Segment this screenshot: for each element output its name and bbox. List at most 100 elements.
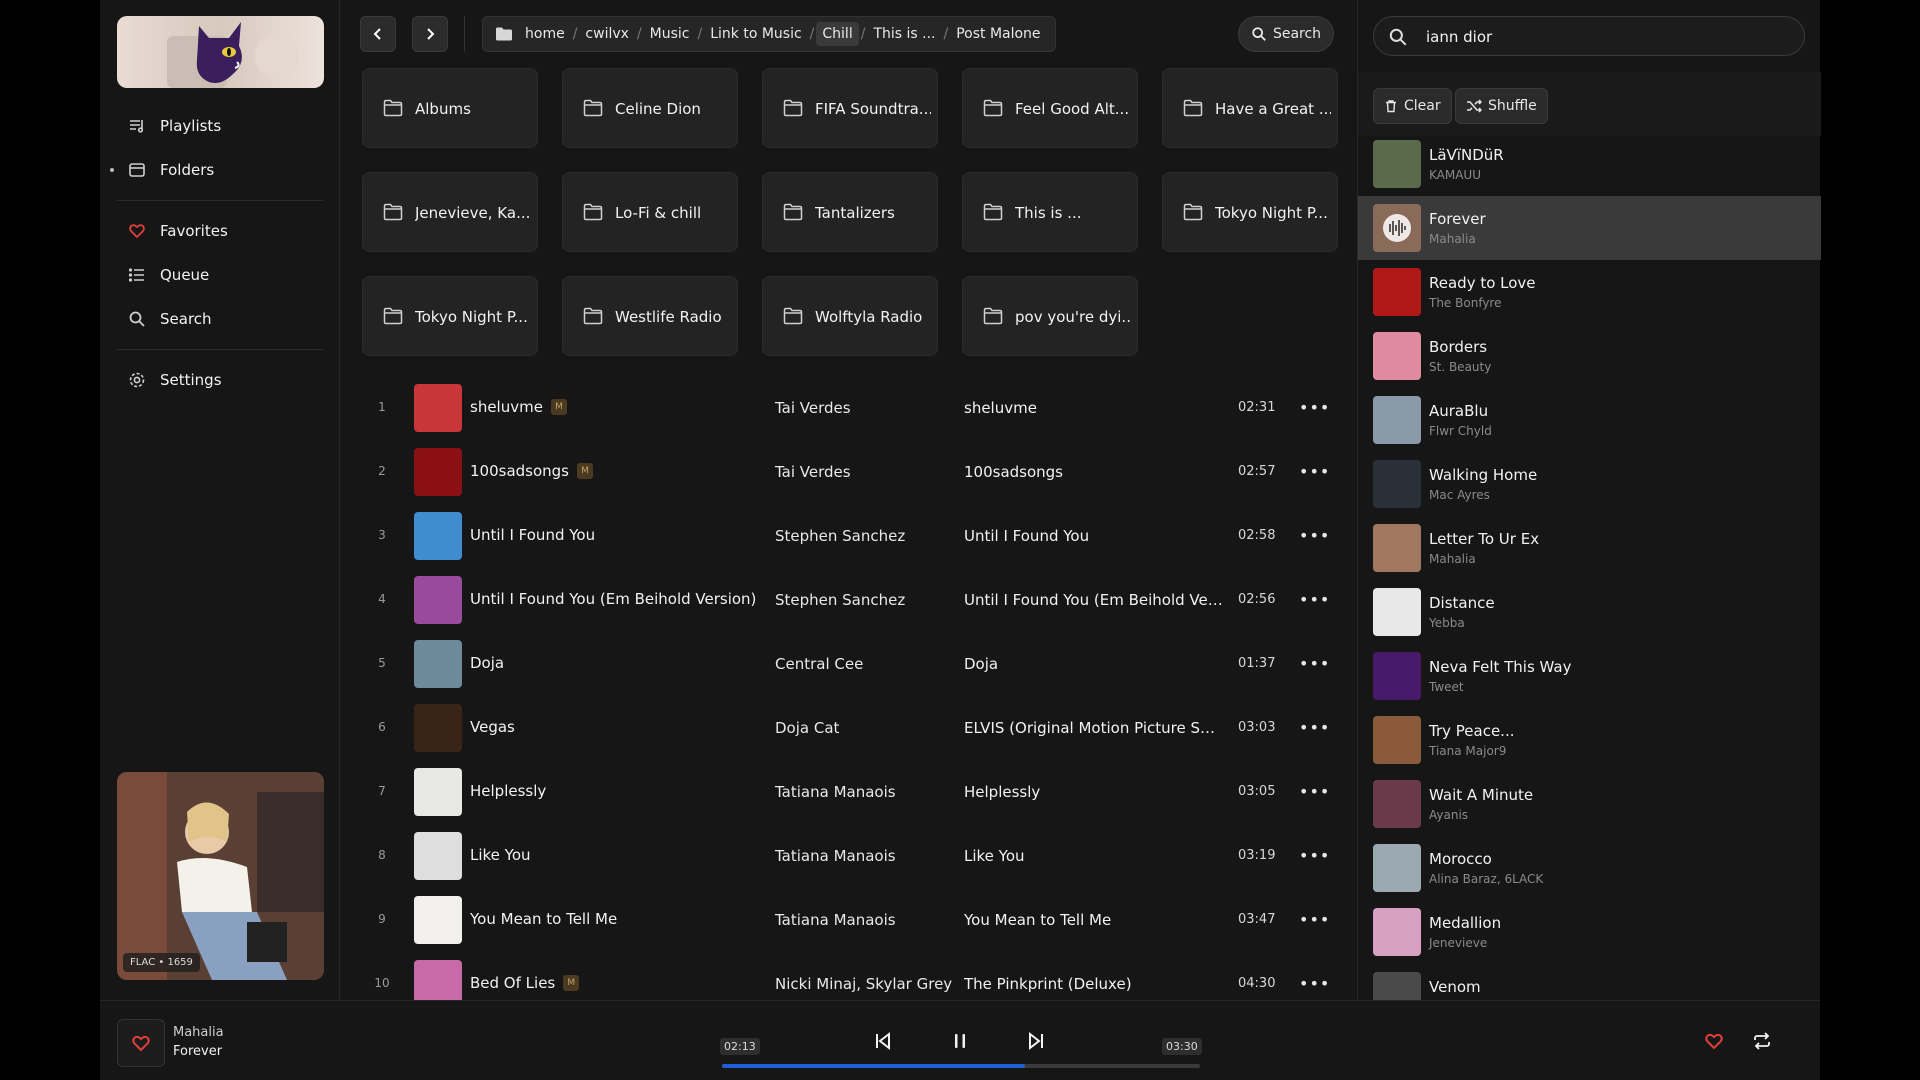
track-artist[interactable]: Stephen Sanchez xyxy=(775,591,905,609)
folder-tile[interactable]: Westlife Radio xyxy=(562,276,738,356)
track-artist[interactable]: Stephen Sanchez xyxy=(775,527,905,545)
more-options-icon[interactable]: ••• xyxy=(1299,654,1330,673)
track-artist[interactable]: Tai Verdes xyxy=(775,463,851,481)
breadcrumb-this-is[interactable]: This is ... xyxy=(867,22,941,46)
track-row[interactable]: 10 Bed Of Lies M Nicki Minaj, Skylar Grey… xyxy=(362,952,1342,1000)
more-options-icon[interactable]: ••• xyxy=(1299,398,1330,417)
queue-item[interactable]: Medallion Jenevieve xyxy=(1358,900,1821,964)
folder-tile[interactable]: Lo-Fi & chill xyxy=(562,172,738,252)
search-button[interactable]: Search xyxy=(1238,16,1334,52)
folder-tile[interactable]: Celine Dion xyxy=(562,68,738,148)
more-options-icon[interactable]: ••• xyxy=(1299,718,1330,737)
folder-tile[interactable]: This is ... xyxy=(962,172,1138,252)
track-row[interactable]: 5 DojaM Central Cee Doja 01:37 ••• xyxy=(362,632,1342,696)
folder-tile[interactable]: Wolftyla Radio xyxy=(762,276,938,356)
queue-item[interactable]: Walking Home Mac Ayres xyxy=(1358,452,1821,516)
track-album[interactable]: Like You xyxy=(964,847,1224,865)
track-artist[interactable]: Tai Verdes xyxy=(775,399,851,417)
folder-tile[interactable]: pov you're dyi... xyxy=(962,276,1138,356)
now-playing-title[interactable]: Forever xyxy=(173,1044,222,1059)
folder-tile[interactable]: Have a Great ... xyxy=(1162,68,1338,148)
track-row[interactable]: 4 Until I Found You (Em Beihold Version)… xyxy=(362,568,1342,632)
track-album[interactable]: You Mean to Tell Me xyxy=(964,911,1224,929)
queue-item[interactable]: Letter To Ur Ex Mahalia xyxy=(1358,516,1821,580)
more-options-icon[interactable]: ••• xyxy=(1299,590,1330,609)
queue-item[interactable]: Neva Felt This Way Tweet xyxy=(1358,644,1821,708)
track-album[interactable]: ELVIS (Original Motion Picture Soun... xyxy=(964,719,1224,737)
clear-button[interactable]: Clear xyxy=(1373,88,1452,124)
track-album[interactable]: Doja xyxy=(964,655,1224,673)
track-artist[interactable]: Nicki Minaj, Skylar Grey xyxy=(775,975,952,993)
folder-tile[interactable]: Tokyo Night P... xyxy=(362,276,538,356)
breadcrumb-chill[interactable]: Chill xyxy=(816,22,859,46)
track-artist[interactable]: Tatiana Manaois xyxy=(775,847,896,865)
sidebar-item-search[interactable]: Search xyxy=(100,299,340,339)
sidebar-item-queue[interactable]: Queue xyxy=(100,255,340,295)
track-album[interactable]: Helplessly xyxy=(964,783,1224,801)
queue-item[interactable]: AuraBlu Flwr Chyld xyxy=(1358,388,1821,452)
track-row[interactable]: 2 100sadsongs M Tai Verdes 100sadsongs 02… xyxy=(362,440,1342,504)
now-playing-artist[interactable]: Mahalia xyxy=(173,1025,224,1040)
track-row[interactable]: 9 You Mean to Tell MeM Tatiana Manaois Y… xyxy=(362,888,1342,952)
pause-button[interactable] xyxy=(942,1023,978,1059)
folder-icon[interactable] xyxy=(491,26,519,42)
progress-bar[interactable] xyxy=(722,1064,1200,1068)
queue-item[interactable]: Venom xyxy=(1358,964,1821,1000)
now-playing-cover[interactable]: FLAC • 1659 xyxy=(117,772,324,980)
more-options-icon[interactable]: ••• xyxy=(1299,910,1330,929)
breadcrumb-music[interactable]: Music xyxy=(644,22,696,46)
track-row[interactable]: 7 HelplesslyM Tatiana Manaois Helplessly… xyxy=(362,760,1342,824)
track-artist[interactable]: Tatiana Manaois xyxy=(775,911,896,929)
track-album[interactable]: The Pinkprint (Deluxe) xyxy=(964,975,1224,993)
more-options-icon[interactable]: ••• xyxy=(1299,462,1330,481)
sidebar-item-favorites[interactable]: Favorites xyxy=(100,211,340,251)
breadcrumb-link-to-music[interactable]: Link to Music xyxy=(704,22,807,46)
breadcrumb-home[interactable]: home xyxy=(519,22,571,46)
queue-item[interactable]: Ready to Love The Bonfyre xyxy=(1358,260,1821,324)
queue-item[interactable]: Borders St. Beauty xyxy=(1358,324,1821,388)
track-row[interactable]: 3 Until I Found YouM Stephen Sanchez Unt… xyxy=(362,504,1342,568)
track-row[interactable]: 6 VegasM Doja Cat ELVIS (Original Motion… xyxy=(362,696,1342,760)
sidebar-item-settings[interactable]: Settings xyxy=(100,360,340,400)
folder-tile[interactable]: Jenevieve, Ka... xyxy=(362,172,538,252)
shuffle-button[interactable]: Shuffle xyxy=(1455,88,1548,124)
folder-tile[interactable]: Feel Good Alt... xyxy=(962,68,1138,148)
breadcrumb-post-malone[interactable]: Post Malone xyxy=(950,22,1046,46)
folder-tile[interactable]: Albums xyxy=(362,68,538,148)
track-artist[interactable]: Doja Cat xyxy=(775,719,839,737)
repeat-button[interactable] xyxy=(1748,1027,1776,1055)
queue-item[interactable]: Distance Yebba xyxy=(1358,580,1821,644)
queue-item[interactable]: Wait A Minute Ayanis xyxy=(1358,772,1821,836)
sidebar-item-playlists[interactable]: Playlists xyxy=(100,106,340,146)
favorite-button[interactable] xyxy=(117,1019,165,1067)
previous-button[interactable] xyxy=(865,1023,901,1059)
track-artist[interactable]: Central Cee xyxy=(775,655,863,673)
track-album[interactable]: 100sadsongs xyxy=(964,463,1224,481)
breadcrumb-cwilvx[interactable]: cwilvx xyxy=(579,22,635,46)
track-album[interactable]: Until I Found You (Em Beihold Versio... xyxy=(964,591,1224,609)
queue-item[interactable]: Try Peace... Tiana Major9 xyxy=(1358,708,1821,772)
track-album[interactable]: Until I Found You xyxy=(964,527,1224,545)
queue-item[interactable]: Forever Mahalia xyxy=(1358,196,1821,260)
track-row[interactable]: 8 Like YouM Tatiana Manaois Like You 03:… xyxy=(362,824,1342,888)
folder-tile[interactable]: Tantalizers xyxy=(762,172,938,252)
next-button[interactable] xyxy=(1018,1023,1054,1059)
more-options-icon[interactable]: ••• xyxy=(1299,782,1330,801)
folder-tile[interactable]: Tokyo Night P... xyxy=(1162,172,1338,252)
queue-item[interactable]: Morocco Alina Baraz, 6LACK xyxy=(1358,836,1821,900)
more-options-icon[interactable]: ••• xyxy=(1299,526,1330,545)
folder-tile[interactable]: FIFA Soundtra... xyxy=(762,68,938,148)
favorite-toggle[interactable] xyxy=(1700,1027,1728,1055)
queue-search-input[interactable] xyxy=(1426,25,1786,49)
app-logo[interactable] xyxy=(117,16,324,88)
more-options-icon[interactable]: ••• xyxy=(1299,974,1330,993)
track-album[interactable]: sheluvme xyxy=(964,399,1224,417)
forward-button[interactable] xyxy=(412,16,448,52)
sidebar-item-folders[interactable]: Folders xyxy=(100,150,340,190)
track-artist[interactable]: Tatiana Manaois xyxy=(775,783,896,801)
more-options-icon[interactable]: ••• xyxy=(1299,846,1330,865)
queue-search-field[interactable] xyxy=(1373,16,1805,56)
queue-item[interactable]: LäVïNDüR KAMAUU xyxy=(1358,132,1821,196)
track-row[interactable]: 1 sheluvme M Tai Verdes sheluvme 02:31 ••… xyxy=(362,376,1342,440)
back-button[interactable] xyxy=(360,16,396,52)
